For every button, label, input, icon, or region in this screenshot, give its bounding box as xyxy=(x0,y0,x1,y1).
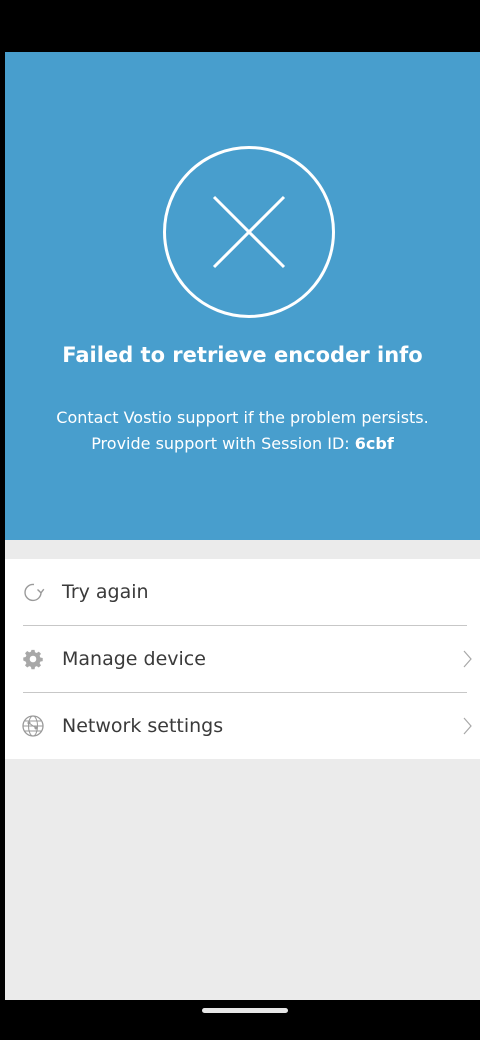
close-circle-icon xyxy=(163,146,335,318)
error-panel: Failed to retrieve encoder info Contact … xyxy=(5,52,480,540)
home-indicator[interactable] xyxy=(202,1008,288,1013)
status-bar xyxy=(0,0,480,52)
error-message: Contact Vostio support if the problem pe… xyxy=(5,405,480,457)
action-menu: Try again Manage device Network settings xyxy=(5,559,480,759)
error-title: Failed to retrieve encoder info xyxy=(62,343,423,367)
try-again-button[interactable]: Try again xyxy=(5,559,480,625)
app-screen: Failed to retrieve encoder info Contact … xyxy=(5,52,480,1000)
network-settings-button[interactable]: Network settings xyxy=(5,693,480,759)
manage-device-button[interactable]: Manage device xyxy=(5,626,480,692)
refresh-icon xyxy=(21,580,45,604)
system-nav-bar xyxy=(0,1000,480,1040)
session-id-prefix: Provide support with Session ID: xyxy=(91,434,355,453)
error-message-line1: Contact Vostio support if the problem pe… xyxy=(56,408,429,427)
manage-device-label: Manage device xyxy=(62,648,206,670)
chevron-right-icon xyxy=(463,650,472,668)
try-again-label: Try again xyxy=(62,581,149,603)
gear-icon xyxy=(21,647,45,671)
network-settings-label: Network settings xyxy=(62,715,224,737)
error-message-line2: Provide support with Session ID: 6cbf xyxy=(5,431,480,457)
globe-network-icon xyxy=(21,714,45,738)
chevron-right-icon xyxy=(463,717,472,735)
session-id: 6cbf xyxy=(354,434,394,453)
